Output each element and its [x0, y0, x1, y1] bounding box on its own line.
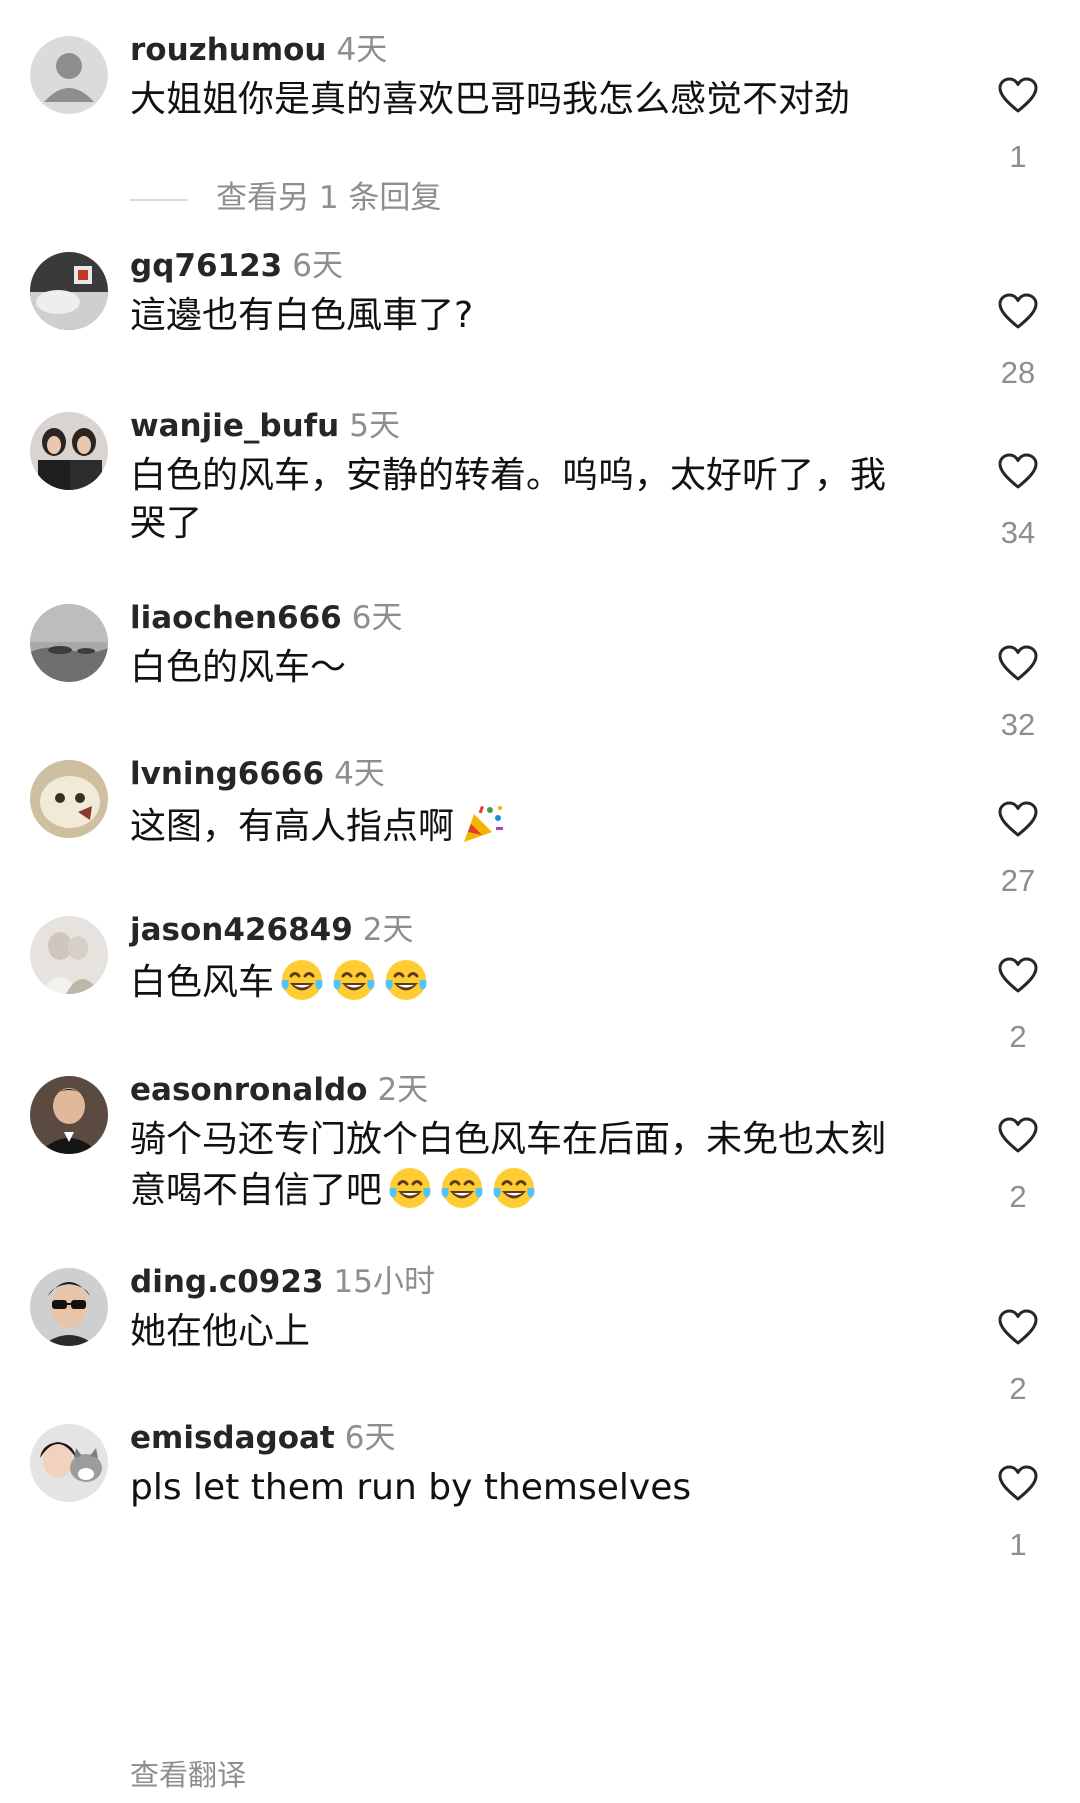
- timestamp: 6天: [292, 248, 343, 284]
- like-count: 1: [1009, 1527, 1027, 1562]
- comment-text: 白色的风车，安静的转着。呜呜，太好听了，我哭了: [130, 452, 900, 548]
- like-count: 34: [1000, 515, 1036, 550]
- comment-text: 骑个马还专门放个白色风车在后面，未免也太刻意喝不自信了吧: [130, 1116, 910, 1215]
- tears-of-joy-icon: [493, 1168, 535, 1208]
- tears-of-joy-icon: [385, 960, 427, 1000]
- heart-icon[interactable]: [997, 76, 1039, 114]
- username[interactable]: rouzhumou: [130, 32, 327, 68]
- username[interactable]: ding.c0923: [130, 1264, 324, 1300]
- username[interactable]: wanjie_bufu: [130, 408, 339, 444]
- like-control[interactable]: 28: [990, 292, 1046, 392]
- tears-of-joy-icon: [333, 960, 375, 1000]
- avatar[interactable]: [30, 1424, 108, 1502]
- timestamp: 2天: [377, 1072, 429, 1108]
- tears-of-joy-icon: [281, 960, 323, 1000]
- like-control[interactable]: 2: [990, 1308, 1046, 1408]
- comment-text: 她在他心上: [130, 1308, 920, 1356]
- avatar[interactable]: [30, 916, 108, 994]
- avatar[interactable]: [30, 1268, 108, 1346]
- username[interactable]: liaochen666: [130, 600, 342, 636]
- see-translation-button[interactable]: 查看翻译: [130, 1755, 246, 1793]
- comment-meta: rouzhumou 4天: [130, 28, 387, 72]
- like-control[interactable]: 1: [990, 1464, 1046, 1564]
- timestamp: 2天: [362, 912, 414, 948]
- comment-text-content: 她在他心上: [130, 1311, 311, 1352]
- comment-meta: gq76123 6天: [130, 244, 343, 288]
- avatar[interactable]: [30, 760, 108, 838]
- like-control[interactable]: 34: [990, 452, 1046, 552]
- comment-text: 这图，有高人指点啊: [130, 800, 920, 851]
- like-count: 2: [1009, 1179, 1027, 1214]
- party-popper-icon: [464, 805, 504, 842]
- timestamp: 5天: [349, 408, 400, 444]
- comment-text-content: 這邊也有白色風車了?: [130, 295, 474, 336]
- like-count: 27: [1000, 863, 1036, 898]
- like-control[interactable]: 32: [990, 644, 1046, 744]
- username[interactable]: gq76123: [130, 248, 282, 284]
- timestamp: 6天: [344, 1420, 396, 1456]
- like-count: 28: [1000, 355, 1036, 390]
- username[interactable]: lvning6666: [130, 756, 324, 792]
- heart-icon[interactable]: [997, 452, 1039, 490]
- like-control[interactable]: 2: [990, 1116, 1046, 1216]
- tears-of-joy-icon: [441, 1168, 483, 1208]
- comment-text: 這邊也有白色風車了?: [130, 292, 920, 340]
- username[interactable]: easonronaldo: [130, 1072, 367, 1108]
- view-replies-label[interactable]: 查看另 1 条回复: [216, 180, 441, 216]
- avatar[interactable]: [30, 252, 108, 330]
- like-count: 2: [1009, 1019, 1027, 1054]
- like-control[interactable]: 2: [990, 956, 1046, 1056]
- heart-icon[interactable]: [997, 956, 1039, 994]
- comment-meta: wanjie_bufu 5天: [130, 404, 400, 448]
- comment-meta: easonronaldo 2天: [130, 1068, 428, 1112]
- comment-text-content: 白色的风车～: [130, 647, 347, 688]
- like-count: 2: [1009, 1371, 1027, 1406]
- comment-meta: emisdagoat 6天: [130, 1416, 395, 1460]
- like-control[interactable]: 1: [990, 76, 1046, 176]
- comment-meta: liaochen666 6天: [130, 596, 402, 640]
- comment-meta: ding.c0923 15小时: [130, 1260, 435, 1304]
- heart-icon[interactable]: [997, 292, 1039, 330]
- avatar[interactable]: [30, 1076, 108, 1154]
- comment-text-content: 大姐姐你是真的喜欢巴哥吗我怎么感觉不对劲: [130, 79, 851, 120]
- timestamp: 4天: [334, 756, 385, 792]
- tears-of-joy-icon: [389, 1168, 431, 1208]
- comment-text: 白色风车: [130, 956, 920, 1007]
- comment-text-content: 白色风车: [130, 962, 275, 1003]
- comment-text-content: 白色的风车，安静的转着。呜呜，太好听了，我哭了: [130, 455, 887, 544]
- timestamp: 15小时: [333, 1264, 435, 1300]
- heart-icon[interactable]: [997, 644, 1039, 682]
- comment-text: 大姐姐你是真的喜欢巴哥吗我怎么感觉不对劲: [130, 76, 920, 124]
- comment-meta: jason426849 2天: [130, 908, 414, 952]
- like-count: 1: [1009, 139, 1027, 174]
- comment-text: pls let them run by themselves: [130, 1464, 920, 1512]
- heart-icon[interactable]: [997, 1116, 1039, 1154]
- like-control[interactable]: 27: [990, 800, 1046, 900]
- heart-icon[interactable]: [997, 800, 1039, 838]
- heart-icon[interactable]: [997, 1308, 1039, 1346]
- avatar[interactable]: [30, 604, 108, 682]
- avatar[interactable]: [30, 412, 108, 490]
- username[interactable]: jason426849: [130, 912, 353, 948]
- avatar[interactable]: [30, 36, 108, 114]
- comment-text-content: 这图，有高人指点啊: [130, 806, 455, 847]
- heart-icon[interactable]: [997, 1464, 1039, 1502]
- divider: [130, 198, 188, 201]
- timestamp: 4天: [336, 32, 388, 68]
- comment-text: 白色的风车～: [130, 644, 920, 692]
- view-replies-button[interactable]: 查看另 1 条回复: [130, 176, 441, 220]
- comment-meta: lvning6666 4天: [130, 752, 385, 796]
- username[interactable]: emisdagoat: [130, 1420, 335, 1456]
- comment-text-content: pls let them run by themselves: [130, 1467, 692, 1508]
- like-count: 32: [1000, 707, 1036, 742]
- timestamp: 6天: [351, 600, 403, 636]
